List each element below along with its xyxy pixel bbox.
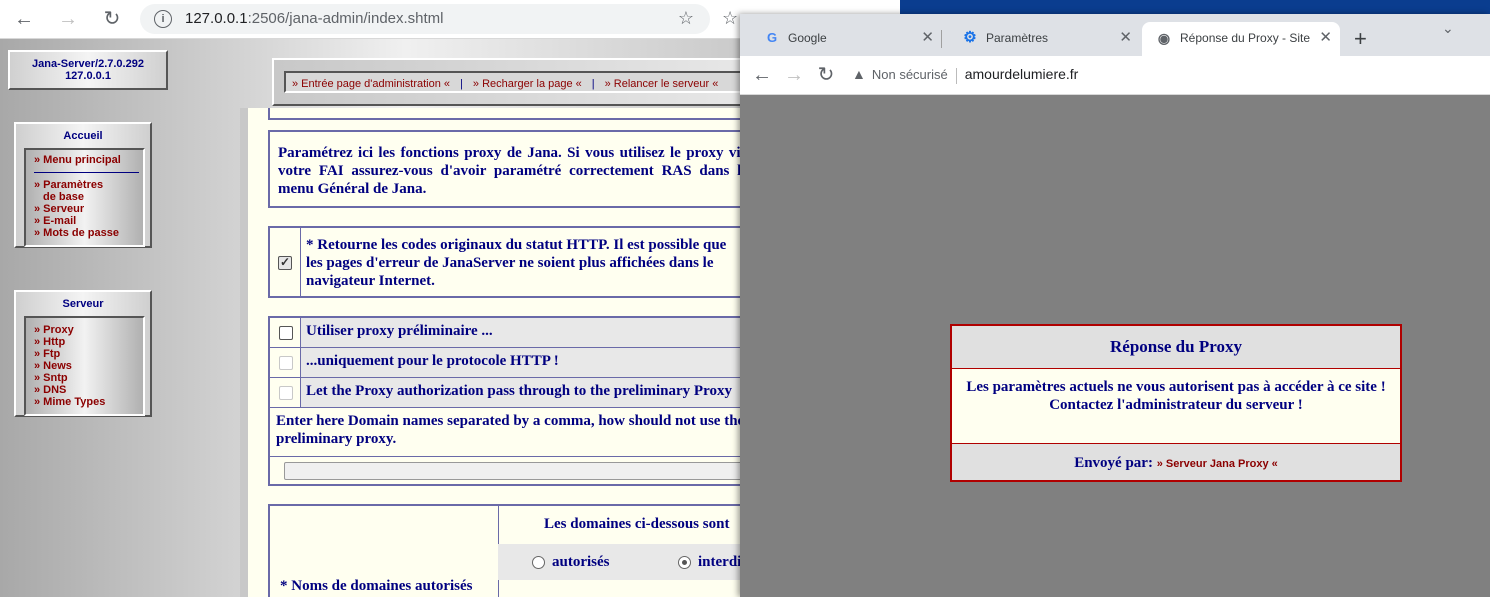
allowed-label: autorisés xyxy=(552,554,610,570)
allowed-cell: autorisés xyxy=(498,544,643,580)
close-icon[interactable]: ✕ xyxy=(1319,28,1332,46)
back-arrow-icon[interactable]: ← xyxy=(12,7,36,31)
serveur-panel: Serveur » Proxy » Http » Ftp » News » Sn… xyxy=(14,290,152,417)
url-path: :2506/jana-admin/index.shtml xyxy=(247,10,444,27)
news-link[interactable]: » News xyxy=(34,360,139,372)
accueil-title: Accueil xyxy=(63,130,103,142)
allowed-radio[interactable] xyxy=(532,556,545,569)
google-icon: G xyxy=(766,30,778,45)
opt2-label: ...uniquement pour le protocole HTTP ! xyxy=(306,353,559,369)
jana-proxy-link[interactable]: » Serveur Jana Proxy « xyxy=(1157,458,1278,470)
back-url: 127.0.0.1:2506/jana-admin/index.shtml xyxy=(185,10,444,27)
domains-hint-text: Enter here Domain names separated by a c… xyxy=(276,413,745,447)
forbidden-radio[interactable] xyxy=(678,556,691,569)
tab-google-label: Google xyxy=(788,31,827,45)
forward-arrow-icon[interactable]: → xyxy=(56,7,80,31)
accueil-panel: Accueil » Menu principal » Paramètres de… xyxy=(14,122,152,248)
proxy-link[interactable]: » Proxy xyxy=(34,324,139,336)
info-icon[interactable]: i xyxy=(154,10,172,28)
reload-icon[interactable]: ↻ xyxy=(100,7,124,31)
accueil-menu: » Menu principal » Paramètres de base » … xyxy=(24,148,145,247)
http-codes-checkbox[interactable] xyxy=(278,255,292,270)
http-codes-cb-cell xyxy=(270,228,301,296)
server-version-box: Jana-Server/2.7.0.292 127.0.0.1 xyxy=(8,50,168,90)
close-icon[interactable]: ✕ xyxy=(1119,28,1132,46)
front-browser-window: G Google ✕ ⚙ Paramètres ✕ ◉ Réponse du P… xyxy=(740,14,1490,597)
sent-by-label: Envoyé par: xyxy=(1074,455,1153,471)
reload-page-link[interactable]: » Recharger la page « xyxy=(473,78,582,90)
tab-parametres[interactable]: ⚙ Paramètres ✕ xyxy=(942,22,1140,56)
pipe-sep: | xyxy=(460,78,463,90)
warning-triangle-icon: ▲ xyxy=(852,66,866,82)
email-link[interactable]: » E-mail xyxy=(34,215,139,227)
proxy-response-message: Les paramètres actuels ne vous autorisen… xyxy=(952,369,1400,444)
back-arrow-icon[interactable]: ← xyxy=(750,63,774,87)
reload-icon[interactable]: ↻ xyxy=(814,63,838,87)
parametres-link-cont[interactable]: de base xyxy=(34,191,139,203)
sntp-link[interactable]: » Sntp xyxy=(34,372,139,384)
http-codes-text: * Retourne les codes originaux du statut… xyxy=(306,237,727,289)
tab-proxy-response[interactable]: ◉ Réponse du Proxy - Site ✕ xyxy=(1142,22,1340,56)
proxy-response-box: Réponse du Proxy Les paramètres actuels … xyxy=(950,324,1402,482)
front-url-host: amourdelumiere.fr xyxy=(964,66,1079,82)
opt3-label: Let the Proxy authorization pass through… xyxy=(306,383,732,399)
chevron-down-icon[interactable]: ⌄ xyxy=(1442,20,1454,37)
menu-principal-link[interactable]: » Menu principal xyxy=(34,154,139,166)
dns-link[interactable]: » DNS xyxy=(34,384,139,396)
access-denied-text: Les paramètres actuels ne vous autorisen… xyxy=(966,379,1386,395)
gear-icon: ⚙ xyxy=(963,29,977,46)
mime-types-link[interactable]: » Mime Types xyxy=(34,396,139,408)
contact-admin-text: Contactez l'administrateur du serveur ! xyxy=(1049,397,1303,413)
not-secure-label: Non sécurisé xyxy=(871,67,948,82)
admin-entry-link[interactable]: » Entrée page d'administration « xyxy=(292,78,450,90)
reading-list-icon[interactable]: ☆ xyxy=(722,8,738,29)
ftp-link[interactable]: » Ftp xyxy=(34,348,139,360)
http-only-checkbox[interactable] xyxy=(279,356,293,370)
front-browser-toolbar: ← → ↻ ▲ Non sécurisé amourdelumiere.fr xyxy=(740,56,1490,95)
opt1-label: Utiliser proxy préliminaire ... xyxy=(306,323,493,339)
domains-header: Les domaines ci-dessous sont xyxy=(544,516,730,532)
tab-proxy-response-label: Réponse du Proxy - Site xyxy=(1180,31,1311,45)
tab-strip: G Google ✕ ⚙ Paramètres ✕ ◉ Réponse du P… xyxy=(740,14,1490,56)
back-address-bar[interactable]: i 127.0.0.1:2506/jana-admin/index.shtml … xyxy=(140,4,710,34)
use-preliminary-proxy-checkbox[interactable] xyxy=(279,326,293,340)
restart-server-link[interactable]: » Relancer le serveur « xyxy=(605,78,719,90)
opt1-cb-cell xyxy=(270,318,301,347)
pipe-sep: | xyxy=(591,78,595,90)
domains-title: * Noms de domaines autorisés xyxy=(280,578,473,594)
url-host: 127.0.0.1 xyxy=(185,10,248,27)
proxy-response-footer: Envoyé par: » Serveur Jana Proxy « xyxy=(952,444,1400,480)
domains-title-cell: * Noms de domaines autorisés xyxy=(270,506,499,597)
close-icon[interactable]: ✕ xyxy=(921,28,934,46)
serveur-title: Serveur xyxy=(62,298,104,310)
opt2-cb-cell xyxy=(270,348,301,377)
tab-google[interactable]: G Google ✕ xyxy=(744,22,942,56)
tab-parametres-label: Paramètres xyxy=(986,31,1049,45)
bookmark-star-icon[interactable]: ☆ xyxy=(678,8,694,29)
pass-auth-checkbox[interactable] xyxy=(279,386,293,400)
menu-divider xyxy=(34,172,139,173)
intro-text: Paramétrez ici les fonctions proxy de Ja… xyxy=(278,145,748,197)
http-link[interactable]: » Http xyxy=(34,336,139,348)
passwords-link[interactable]: » Mots de passe xyxy=(34,227,139,239)
opt3-cb-cell xyxy=(270,378,301,407)
front-address-bar[interactable]: ▲ Non sécurisé amourdelumiere.fr xyxy=(852,66,1078,84)
forward-arrow-icon[interactable]: → xyxy=(782,63,806,87)
server-ip: 127.0.0.1 xyxy=(65,70,111,82)
version-text: Jana-Server/2.7.0.292 xyxy=(32,58,144,70)
parametres-link[interactable]: » Paramètres xyxy=(34,179,139,191)
globe-icon: ◉ xyxy=(1157,30,1171,46)
address-divider xyxy=(955,67,957,84)
proxy-response-title: Réponse du Proxy xyxy=(952,326,1400,369)
serveur-menu: » Proxy » Http » Ftp » News » Sntp » DNS… xyxy=(24,316,145,416)
new-tab-icon[interactable]: + xyxy=(1354,26,1367,52)
serveur-link[interactable]: » Serveur xyxy=(34,203,139,215)
